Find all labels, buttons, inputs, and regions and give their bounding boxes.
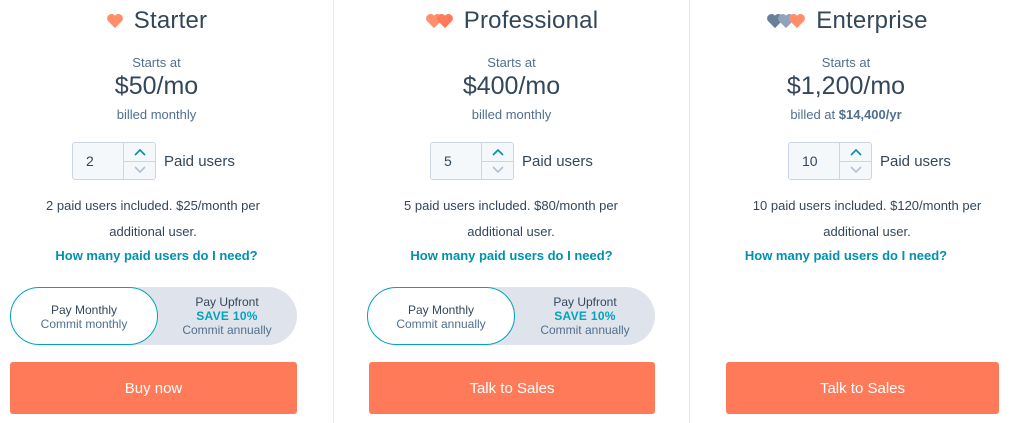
users-description: 5 paid users included. $80/month per add…: [404, 198, 618, 239]
plan-professional: Professional Starts at $400/mo billed mo…: [333, 0, 689, 423]
billing-amount: $14,400/yr: [838, 107, 902, 122]
increment-button[interactable]: [840, 143, 871, 162]
pay-upfront-sub: Commit annually: [540, 323, 630, 337]
buy-now-button[interactable]: Buy now: [10, 362, 297, 414]
users-description: 2 paid users included. $25/month per add…: [46, 198, 260, 239]
save-badge: SAVE 10%: [196, 309, 258, 323]
decrement-button[interactable]: [124, 162, 155, 180]
paid-users-control: 2 Paid users: [72, 142, 235, 180]
plan-title: Starter: [133, 7, 208, 34]
paid-users-help-link[interactable]: How many paid users do I need?: [10, 248, 303, 263]
chevron-up-icon: [133, 148, 146, 156]
pay-upfront-title: Pay Upfront: [195, 295, 259, 309]
plan-header: Enterprise: [690, 6, 1004, 36]
billing-toggle: Pay Upfront SAVE 10% Commit annually Pay…: [10, 287, 297, 345]
decrement-button[interactable]: [840, 162, 871, 180]
paid-users-stepper[interactable]: 2: [72, 142, 156, 180]
enterprise-hearts-icon: [766, 13, 806, 29]
billing-note: billed monthly: [116, 107, 197, 122]
paid-users-help-link[interactable]: How many paid users do I need?: [334, 248, 689, 263]
starts-at-label: Starts at: [821, 55, 871, 70]
professional-hearts-icon: [425, 13, 454, 29]
plan-enterprise: Enterprise Starts at $1,200/mo billed at…: [689, 0, 1024, 423]
paid-users-control: 5 Paid users: [430, 142, 593, 180]
increment-button[interactable]: [482, 143, 513, 162]
plan-header: Professional: [334, 6, 689, 36]
billing-note: billed at $14,400/yr: [690, 107, 1002, 122]
talk-to-sales-button[interactable]: Talk to Sales: [369, 362, 655, 414]
pay-monthly-option[interactable]: Pay Monthly Commit annually: [367, 287, 515, 345]
plan-price: $400/mo: [462, 72, 561, 100]
pricing-plans: Starter Starts at $50/mo billed monthly …: [0, 0, 1024, 423]
pay-monthly-title: Pay Monthly: [50, 303, 118, 317]
heart-icon: [789, 13, 806, 29]
talk-to-sales-button[interactable]: Talk to Sales: [726, 362, 999, 414]
stepper-arrows: [839, 143, 871, 179]
paid-users-stepper[interactable]: 10: [788, 142, 872, 180]
plan-price: $50/mo: [114, 72, 199, 100]
pay-monthly-title: Pay Monthly: [407, 303, 475, 317]
billing-toggle: Pay Upfront SAVE 10% Commit annually Pay…: [367, 287, 655, 345]
billing-note: billed monthly: [471, 107, 552, 122]
chevron-down-icon: [491, 166, 504, 174]
chevron-down-icon: [133, 166, 146, 174]
stepper-arrows: [123, 143, 155, 179]
paid-users-value[interactable]: 10: [789, 143, 839, 179]
stepper-arrows: [481, 143, 513, 179]
pay-upfront-sub: Commit annually: [182, 323, 272, 337]
pay-monthly-option[interactable]: Pay Monthly Commit monthly: [10, 287, 158, 345]
pay-monthly-sub: Commit monthly: [40, 317, 128, 331]
chevron-down-icon: [849, 166, 862, 174]
plan-title: Professional: [463, 7, 599, 34]
chevron-up-icon: [849, 148, 862, 156]
starts-at-label: Starts at: [132, 55, 181, 70]
decrement-button[interactable]: [482, 162, 513, 180]
pay-upfront-option[interactable]: Pay Upfront SAVE 10% Commit annually: [515, 287, 655, 345]
plan-starter: Starter Starts at $50/mo billed monthly …: [0, 0, 333, 423]
paid-users-help-link[interactable]: How many paid users do I need?: [690, 248, 1002, 263]
starter-hearts-icon: [106, 13, 124, 29]
paid-users-label: Paid users: [880, 152, 951, 170]
paid-users-label: Paid users: [522, 152, 593, 170]
paid-users-label: Paid users: [164, 152, 235, 170]
paid-users-stepper[interactable]: 5: [430, 142, 514, 180]
paid-users-value[interactable]: 5: [431, 143, 481, 179]
plan-price: $1,200/mo: [786, 72, 906, 100]
starts-at-label: Starts at: [487, 55, 536, 70]
save-badge: SAVE 10%: [554, 309, 616, 323]
plan-header: Starter: [10, 6, 303, 36]
plan-title: Enterprise: [816, 7, 928, 34]
chevron-up-icon: [491, 148, 504, 156]
users-description: 10 paid users included. $120/month per a…: [752, 198, 982, 239]
heart-icon: [106, 13, 123, 29]
paid-users-control: 10 Paid users: [788, 142, 951, 180]
heart-icon: [436, 13, 453, 29]
paid-users-value[interactable]: 2: [73, 143, 123, 179]
billing-prefix: billed at: [790, 107, 836, 122]
pay-upfront-title: Pay Upfront: [553, 295, 617, 309]
pay-upfront-option[interactable]: Pay Upfront SAVE 10% Commit annually: [157, 287, 297, 345]
pay-monthly-sub: Commit annually: [396, 317, 486, 331]
increment-button[interactable]: [124, 143, 155, 162]
